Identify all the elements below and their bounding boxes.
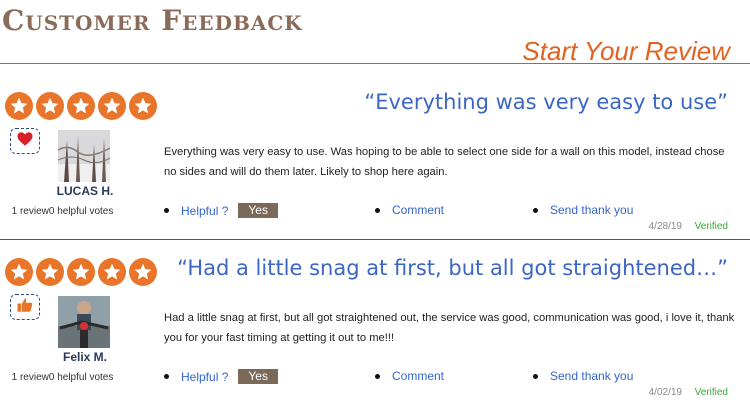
star-icon <box>129 92 157 120</box>
review-headline: “Everything was very easy to use” <box>364 90 728 114</box>
comment-link[interactable]: Comment <box>392 203 444 217</box>
comment-action[interactable]: Comment <box>375 369 444 383</box>
star-icon <box>36 258 64 286</box>
review-headline: “Had a little snag at first, but all got… <box>177 256 728 280</box>
helpful-label: Helpful ? <box>181 369 229 384</box>
review-body: Everything was very easy to use. Was hop… <box>164 146 725 178</box>
title-divider <box>0 63 750 64</box>
yes-button[interactable]: Yes <box>238 203 278 218</box>
bullet-icon <box>164 374 169 379</box>
review-card: “Had a little snag at first, but all got… <box>0 246 750 400</box>
send-thanks-link[interactable]: Send thank you <box>550 203 633 217</box>
bullet-icon <box>375 207 380 213</box>
helpful-label: Helpful ? <box>181 203 229 218</box>
page-title: Customer Feedback <box>2 4 303 37</box>
send-thanks-link[interactable]: Send thank you <box>550 369 633 383</box>
review-body: Had a little snag at first, but all got … <box>164 312 735 344</box>
review-card: “Everything was very easy to use” LUCAS … <box>0 80 750 240</box>
helpful-action: Helpful ? Yes <box>164 203 278 218</box>
reviewer-votes: 1 review0 helpful votes <box>11 206 114 217</box>
avatar <box>58 130 110 182</box>
reviewer-name: LUCAS H. <box>56 184 114 198</box>
review-divider <box>0 239 750 240</box>
verified-badge: Verified <box>694 387 728 398</box>
star-icon <box>129 258 157 286</box>
reviewer-name: Felix M. <box>62 350 107 364</box>
star-rating <box>5 258 157 286</box>
reviewer-votes: 1 review0 helpful votes <box>11 372 114 383</box>
star-icon <box>98 92 126 120</box>
star-icon <box>5 258 33 286</box>
star-icon <box>98 258 126 286</box>
review-date: 4/02/19 <box>648 387 682 398</box>
comment-action[interactable]: Comment <box>375 203 444 217</box>
bullet-icon <box>533 207 538 213</box>
star-icon <box>5 92 33 120</box>
bullet-icon <box>533 373 538 379</box>
star-icon <box>67 258 95 286</box>
review-date: 4/28/19 <box>648 221 682 232</box>
thumbs-up-icon <box>16 296 34 319</box>
star-rating <box>5 92 157 120</box>
send-thanks-action[interactable]: Send thank you <box>533 203 633 217</box>
star-icon <box>67 92 95 120</box>
comment-link[interactable]: Comment <box>392 369 444 383</box>
star-icon <box>36 92 64 120</box>
reviewer-badge <box>10 128 40 154</box>
reviewer-badge <box>10 294 40 320</box>
yes-button[interactable]: Yes <box>238 369 278 384</box>
verified-badge: Verified <box>694 221 728 232</box>
send-thanks-action[interactable]: Send thank you <box>533 369 633 383</box>
helpful-action: Helpful ? Yes <box>164 369 278 384</box>
bullet-icon <box>164 208 169 213</box>
bullet-icon <box>375 373 380 379</box>
heart-icon <box>16 130 34 153</box>
avatar <box>58 296 110 348</box>
